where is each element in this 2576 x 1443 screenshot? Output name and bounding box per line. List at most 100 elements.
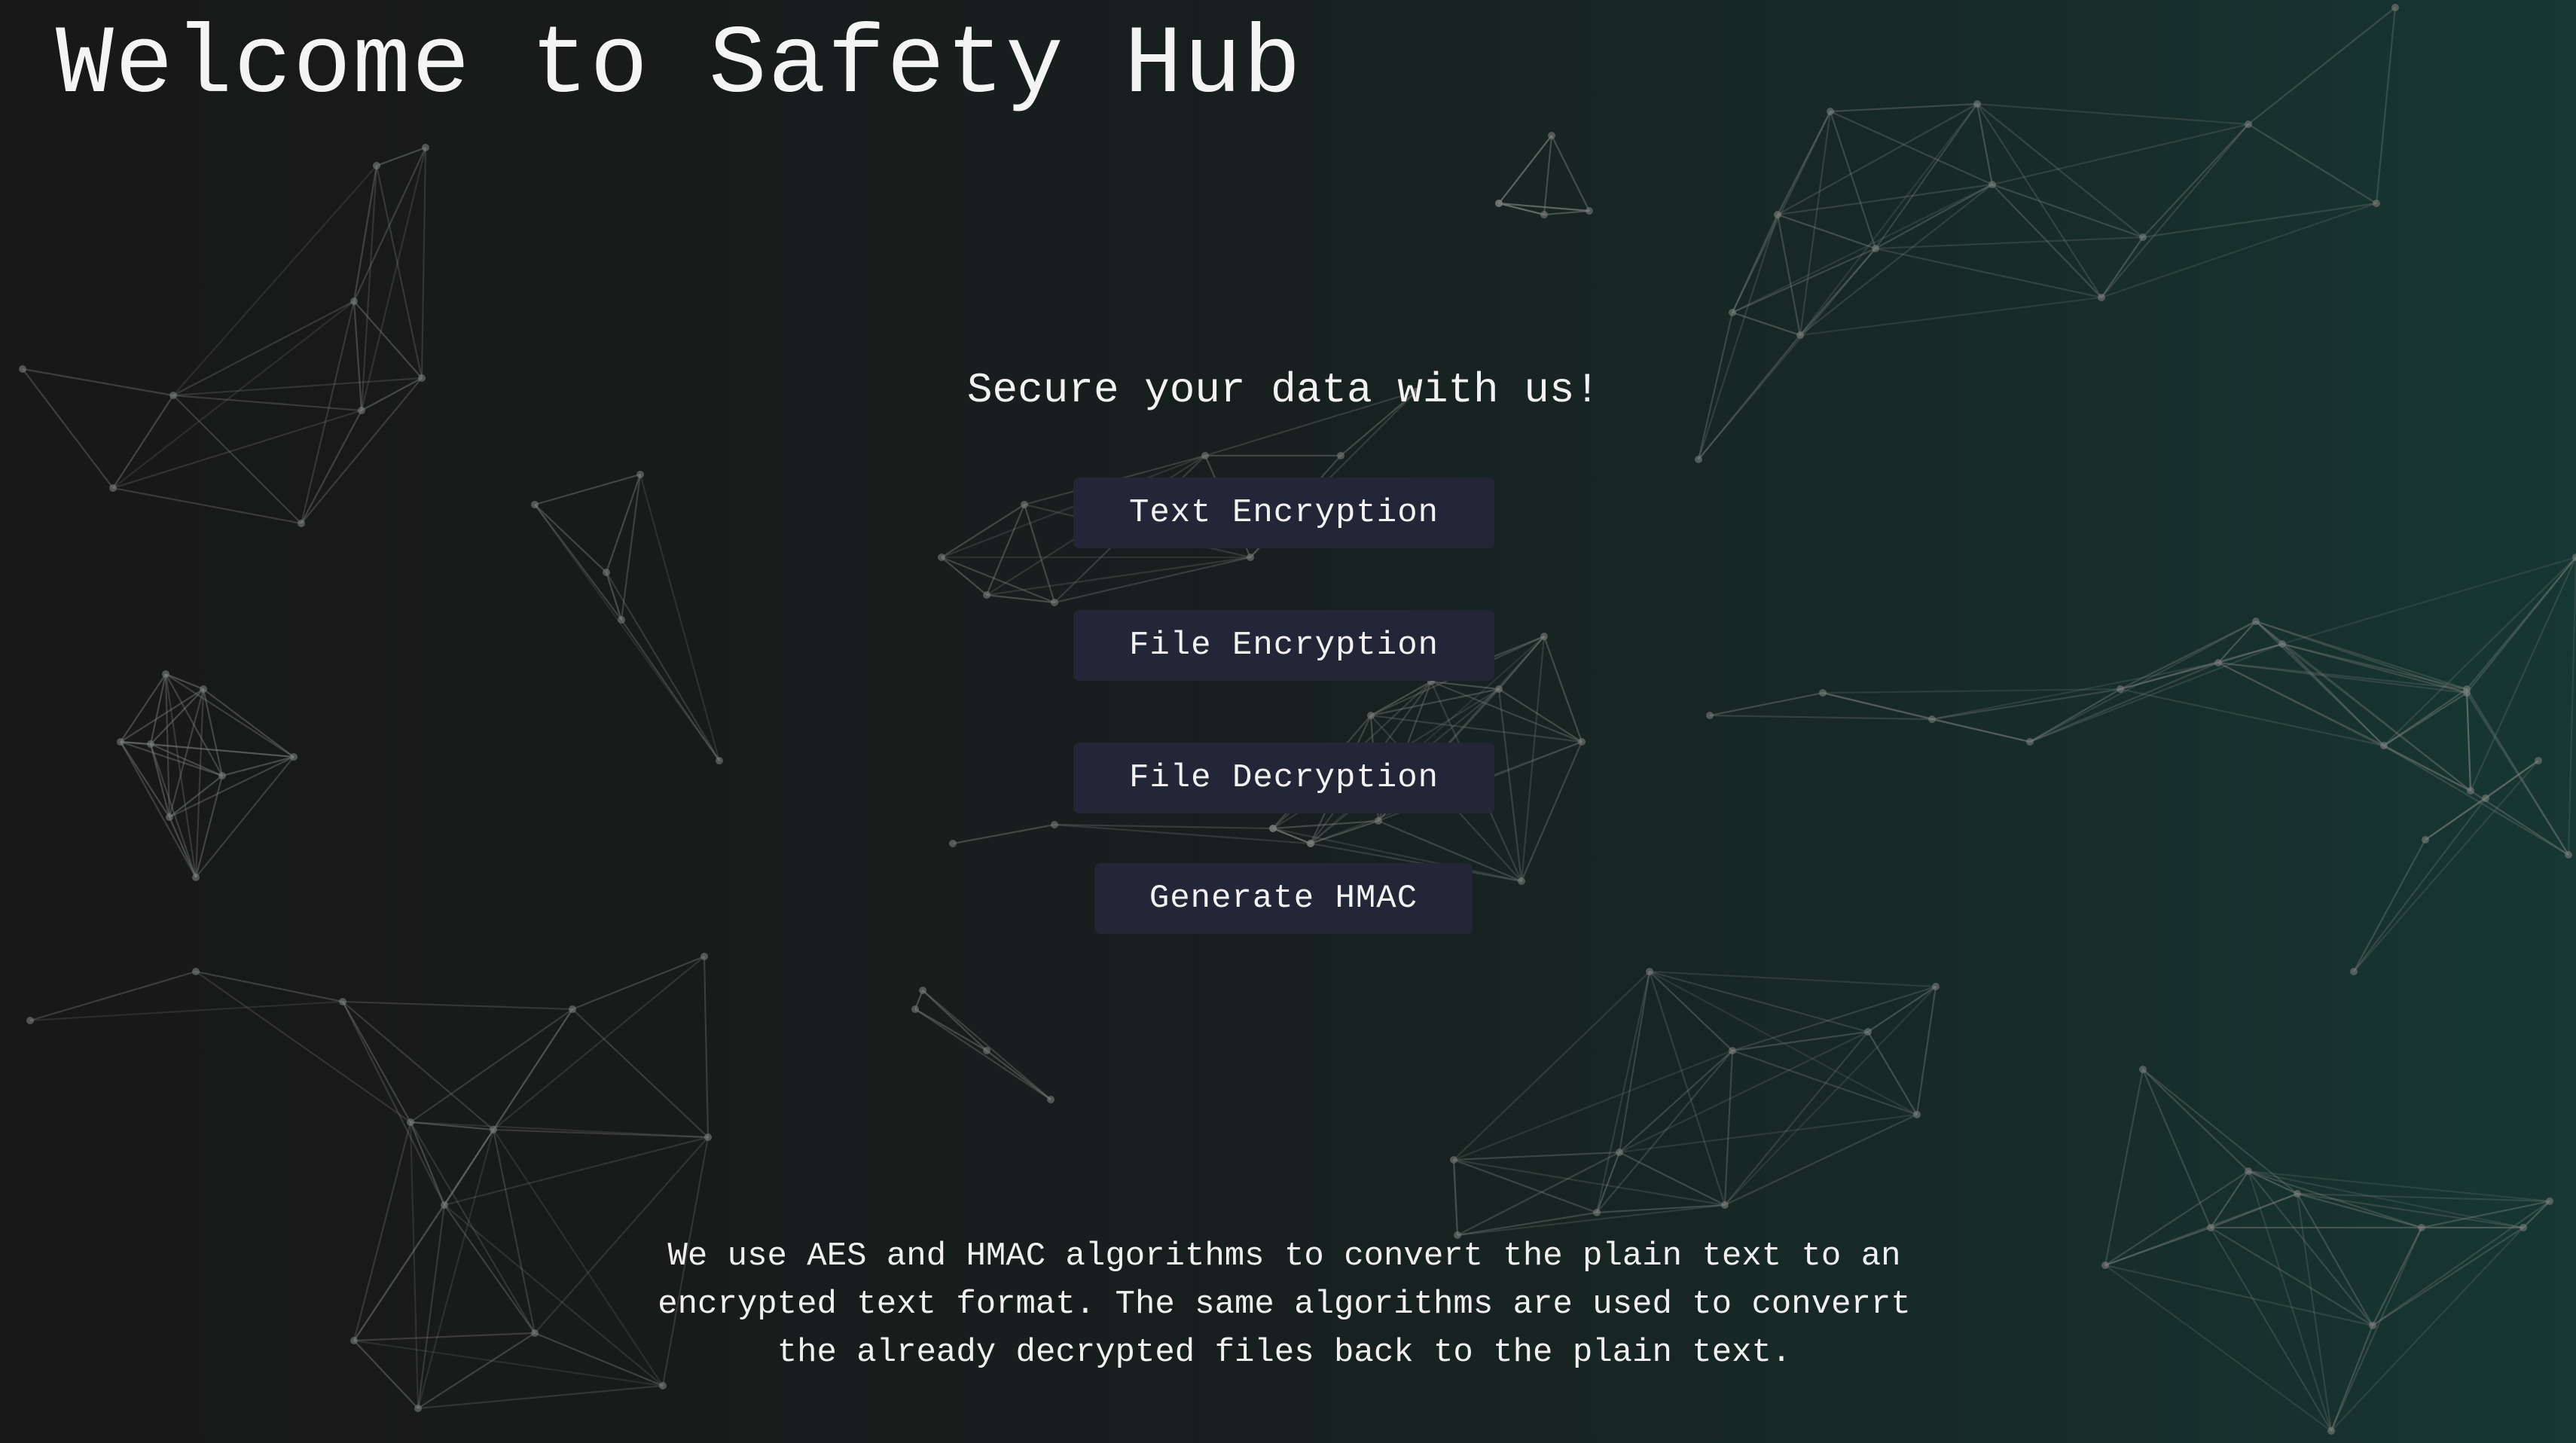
generate-hmac-button[interactable]: Generate HMAC xyxy=(1094,863,1473,934)
network-node xyxy=(192,968,200,975)
network-link xyxy=(353,1332,536,1342)
network-node xyxy=(618,616,625,624)
network-node xyxy=(490,1126,497,1133)
network-node xyxy=(350,297,358,305)
network-link xyxy=(353,1340,419,1409)
network-node xyxy=(422,144,429,151)
network-background xyxy=(19,4,2576,1435)
network-link xyxy=(169,756,295,818)
network-node xyxy=(2373,200,2380,207)
network-link xyxy=(342,1001,494,1130)
network-node xyxy=(569,1005,576,1013)
network-link xyxy=(1829,111,1877,249)
network-link xyxy=(2142,1069,2249,1172)
network-node xyxy=(1827,108,1834,115)
network-node xyxy=(1450,1156,1457,1164)
network-link xyxy=(2372,1227,2524,1326)
network-node xyxy=(2535,757,2542,764)
network-link xyxy=(703,956,710,1138)
network-link xyxy=(534,473,641,506)
network-node xyxy=(441,1201,448,1209)
network-node xyxy=(1051,821,1058,828)
network-link xyxy=(2281,642,2468,694)
network-link xyxy=(2210,1227,2332,1432)
network-node xyxy=(1646,968,1653,975)
network-link xyxy=(1830,110,1993,186)
network-link xyxy=(1992,183,2144,239)
network-node xyxy=(162,670,169,678)
network-link xyxy=(417,1204,446,1409)
network-link xyxy=(914,1008,1051,1100)
network-link xyxy=(534,504,607,573)
network-link xyxy=(941,557,987,596)
network-link xyxy=(2353,760,2539,972)
network-node xyxy=(2098,294,2105,301)
network-link xyxy=(353,1121,412,1341)
network-link xyxy=(572,955,705,1011)
network-link xyxy=(150,743,295,758)
network-link xyxy=(1777,213,1876,250)
network-link xyxy=(1457,1204,1726,1237)
network-link xyxy=(621,619,720,761)
network-node xyxy=(218,772,226,779)
network-node xyxy=(1721,1201,1729,1209)
network-link xyxy=(1732,1049,1918,1116)
network-node xyxy=(1729,309,1736,316)
network-link xyxy=(410,1008,573,1123)
network-link xyxy=(2330,1325,2374,1432)
network-link xyxy=(169,775,223,818)
network-node xyxy=(1864,1028,1872,1036)
network-link xyxy=(1724,1031,1869,1206)
network-link xyxy=(1649,970,1937,988)
network-link xyxy=(301,410,362,524)
network-link xyxy=(1543,209,1590,216)
network-link xyxy=(493,1128,709,1139)
description-text: We use AES and HMAC algorithms to conver… xyxy=(658,1237,1911,1371)
network-link xyxy=(2101,202,2377,299)
network-link xyxy=(1453,1158,1598,1214)
network-node xyxy=(1495,200,1503,207)
file-decryption-button[interactable]: File Decryption xyxy=(1073,743,1494,813)
network-link xyxy=(29,970,197,1022)
network-node xyxy=(531,501,539,508)
network-link xyxy=(2469,557,2576,792)
network-link xyxy=(29,1000,343,1022)
network-link xyxy=(985,504,1026,596)
network-link xyxy=(2104,1170,2249,1266)
network-link xyxy=(1915,986,1937,1115)
network-node xyxy=(2214,659,2222,667)
network-node xyxy=(298,520,305,527)
network-link xyxy=(1453,1151,1620,1161)
network-node xyxy=(1337,452,1344,459)
network-link xyxy=(1543,636,1583,743)
network-node xyxy=(1495,685,1503,693)
network-link xyxy=(409,1121,446,1206)
network-link xyxy=(1551,135,1590,212)
network-link xyxy=(1619,1050,1733,1153)
network-link xyxy=(1619,1152,1726,1206)
network-node xyxy=(983,1047,990,1054)
network-node xyxy=(949,840,957,847)
network-link xyxy=(1054,556,1251,604)
page-title: Welcome to Safety Hub xyxy=(56,11,1303,121)
network-link xyxy=(1520,741,1583,882)
text-encryption-button[interactable]: Text Encryption xyxy=(1073,477,1494,548)
network-node xyxy=(2546,1197,2553,1205)
network-node xyxy=(2252,618,2260,625)
network-node xyxy=(1729,1047,1736,1054)
network-node xyxy=(2245,1167,2252,1175)
network-node xyxy=(1307,840,1314,847)
network-link xyxy=(1520,636,1546,882)
network-link xyxy=(2248,124,2377,204)
network-node xyxy=(531,1329,539,1337)
network-link xyxy=(1830,102,1978,113)
network-link xyxy=(2466,557,2576,694)
network-node xyxy=(1913,1111,1921,1118)
network-link xyxy=(1618,971,1651,1153)
network-link xyxy=(2248,7,2396,125)
network-node xyxy=(700,953,708,960)
network-node xyxy=(2350,968,2358,975)
network-link xyxy=(2210,1227,2373,1326)
file-encryption-button[interactable]: File Encryption xyxy=(1073,610,1494,681)
network-node xyxy=(414,1405,422,1412)
